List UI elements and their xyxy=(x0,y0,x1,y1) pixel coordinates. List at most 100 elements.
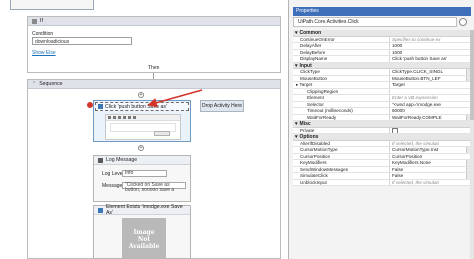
property-value[interactable]: KeyModifiers.None xyxy=(389,160,471,166)
property-value[interactable]: 60000 xyxy=(389,108,471,114)
sequence-header[interactable]: ⌃ Sequence xyxy=(28,80,280,89)
property-value[interactable]: Specifies to continue ex xyxy=(389,36,471,42)
properties-title: Properties xyxy=(293,7,471,16)
property-value[interactable]: False xyxy=(389,173,471,179)
property-value-text: False xyxy=(392,166,404,172)
show-else-link[interactable]: Show Else xyxy=(32,50,56,56)
property-name: DelayAfter xyxy=(300,43,322,48)
property-value-text: Click 'push button Save as' xyxy=(392,56,447,61)
property-value[interactable]: ClickType.CLICK_SINGL xyxy=(389,69,471,75)
thumbnail-button xyxy=(154,131,170,136)
add-activity-icon[interactable]: + xyxy=(138,145,144,151)
log-message-activity[interactable]: Log Message Log Level Info Message "Clic… xyxy=(93,155,191,202)
property-value[interactable]: 1000 xyxy=(389,43,471,49)
workflow-designer: If Condition downloadicious Show Else Th… xyxy=(0,0,288,259)
properties-grid: ▾ Common ContinueOnError Specifies to conti… xyxy=(293,30,471,186)
sequence-title: Sequence xyxy=(39,81,63,87)
property-name-cell: CursorMotionType xyxy=(293,147,389,153)
property-value-text: WaitForReady.COMPLE xyxy=(392,114,442,120)
property-name: ContinueOnError xyxy=(300,36,335,42)
property-value[interactable]: CursorMotionType.Inst xyxy=(389,147,471,153)
property-value-text: Enter a VB expression xyxy=(392,95,438,100)
property-name: Element xyxy=(307,95,324,100)
property-name: DisplayName xyxy=(300,56,328,61)
log-level-select[interactable]: Info xyxy=(122,170,167,177)
property-value-text: 60000 xyxy=(392,108,405,113)
property-name-cell: SimulateClick xyxy=(293,173,389,179)
category-label: Misc xyxy=(299,121,311,127)
property-value[interactable]: Click 'push button Save as' xyxy=(389,56,471,62)
property-name: UnblockInput xyxy=(300,179,327,185)
property-name: KeyModifiers xyxy=(300,160,327,165)
property-name: Target xyxy=(299,82,313,87)
element-exists-activity[interactable]: Element Exists 'imodge.exe Save As' Imag… xyxy=(93,204,191,259)
message-input[interactable]: "Clicked on Save as button, sooooo save … xyxy=(122,182,186,193)
toolbar-icon xyxy=(123,116,126,119)
property-name: Selector xyxy=(307,101,324,107)
element-exists-header[interactable]: Element Exists 'imodge.exe Save As' xyxy=(94,204,190,216)
property-value[interactable]: If selected, the simulati xyxy=(389,140,471,146)
click-activity-header[interactable]: Click 'push button Save as' xyxy=(95,102,189,111)
property-value[interactable]: False xyxy=(389,166,471,172)
expand-icon[interactable]: ▾ xyxy=(295,63,298,69)
if-header[interactable]: If xyxy=(28,17,280,26)
image-not-available-placeholder: Image Not Available xyxy=(122,218,166,259)
click-activity[interactable]: Click 'push button Save as' xyxy=(93,100,191,142)
condition-input[interactable]: downloadicious xyxy=(32,37,132,45)
property-value[interactable] xyxy=(389,88,471,94)
property-name-cell: MouseButton xyxy=(293,76,389,82)
property-name-cell: CursorPosition xyxy=(293,154,389,160)
property-value[interactable]: Enter a VB expression xyxy=(389,95,471,101)
property-value-text: Target xyxy=(392,82,405,87)
if-activity[interactable]: If Condition downloadicious Show Else Th… xyxy=(27,16,281,73)
element-exists-icon xyxy=(98,207,103,213)
property-name-cell: Timeout (milliseconds) xyxy=(293,108,389,114)
expand-icon[interactable]: ▾ xyxy=(295,134,298,140)
add-activity-icon[interactable]: + xyxy=(138,92,144,98)
target-screenshot-thumbnail xyxy=(105,114,181,140)
property-value[interactable]: WaitForReady.COMPLE xyxy=(389,114,471,120)
click-activity-title: Click 'push button Save as' xyxy=(105,103,167,110)
property-value[interactable]: "<wnd app='imodge.exe xyxy=(389,101,471,107)
toolbar-icon xyxy=(118,116,121,119)
search-icon[interactable] xyxy=(459,18,467,26)
property-name-cell: SendWindowMessages xyxy=(293,167,389,173)
log-level-label: Log Level xyxy=(102,171,124,177)
collapse-icon[interactable]: ⌃ xyxy=(32,81,36,87)
property-value-text: Specifies to continue ex xyxy=(392,36,441,42)
property-name-cell: AlterIfDisabled xyxy=(293,141,389,147)
property-value-text: MouseButton.BTN_LEF xyxy=(392,75,441,81)
property-value[interactable]: Target xyxy=(389,82,471,88)
scrollbar-thumb[interactable] xyxy=(470,30,474,120)
property-row[interactable]: UnblockInput If selected, the simulati xyxy=(293,179,471,186)
property-name: AlterIfDisabled xyxy=(300,140,330,146)
property-name: ClippingRegion xyxy=(307,88,339,94)
property-value-text: If selected, the simulati xyxy=(392,140,439,146)
property-value-text: 1000 xyxy=(392,43,403,48)
property-checkbox[interactable] xyxy=(389,127,471,133)
property-name: CursorMotionType xyxy=(300,147,338,152)
property-name: CursorPosition xyxy=(300,153,331,159)
properties-scrollbar[interactable] xyxy=(470,30,474,259)
property-name: WaitForReady xyxy=(307,114,337,120)
previous-activity[interactable] xyxy=(10,0,94,10)
property-value[interactable]: CursorPosition xyxy=(389,153,471,159)
property-value[interactable]: MouseButton.BTN_LEF xyxy=(389,75,471,81)
log-message-icon xyxy=(98,157,103,163)
property-name: Private xyxy=(300,127,315,133)
property-name-cell: ContinueOnError xyxy=(293,37,389,43)
property-name: DelayBefore xyxy=(300,49,326,55)
property-name-cell: Private xyxy=(293,128,389,134)
log-message-header[interactable]: Log Message xyxy=(94,156,190,165)
property-value[interactable]: If selected, the simulati xyxy=(389,179,471,185)
placeholder-line: Image xyxy=(133,228,155,236)
property-value-text: False xyxy=(392,173,404,178)
property-value[interactable]: 1000 xyxy=(389,49,471,55)
expand-icon[interactable]: ▾ xyxy=(295,30,298,36)
properties-panel: Properties UiPath.Core.Activities.Click … xyxy=(288,0,474,259)
property-name: Timeout (milliseconds) xyxy=(307,108,353,113)
placeholder-line: Available xyxy=(128,242,160,250)
property-value-text: CursorMotionType.Inst xyxy=(392,147,439,152)
log-message-title: Log Message xyxy=(106,157,138,163)
expand-icon[interactable]: ▾ xyxy=(295,121,298,127)
